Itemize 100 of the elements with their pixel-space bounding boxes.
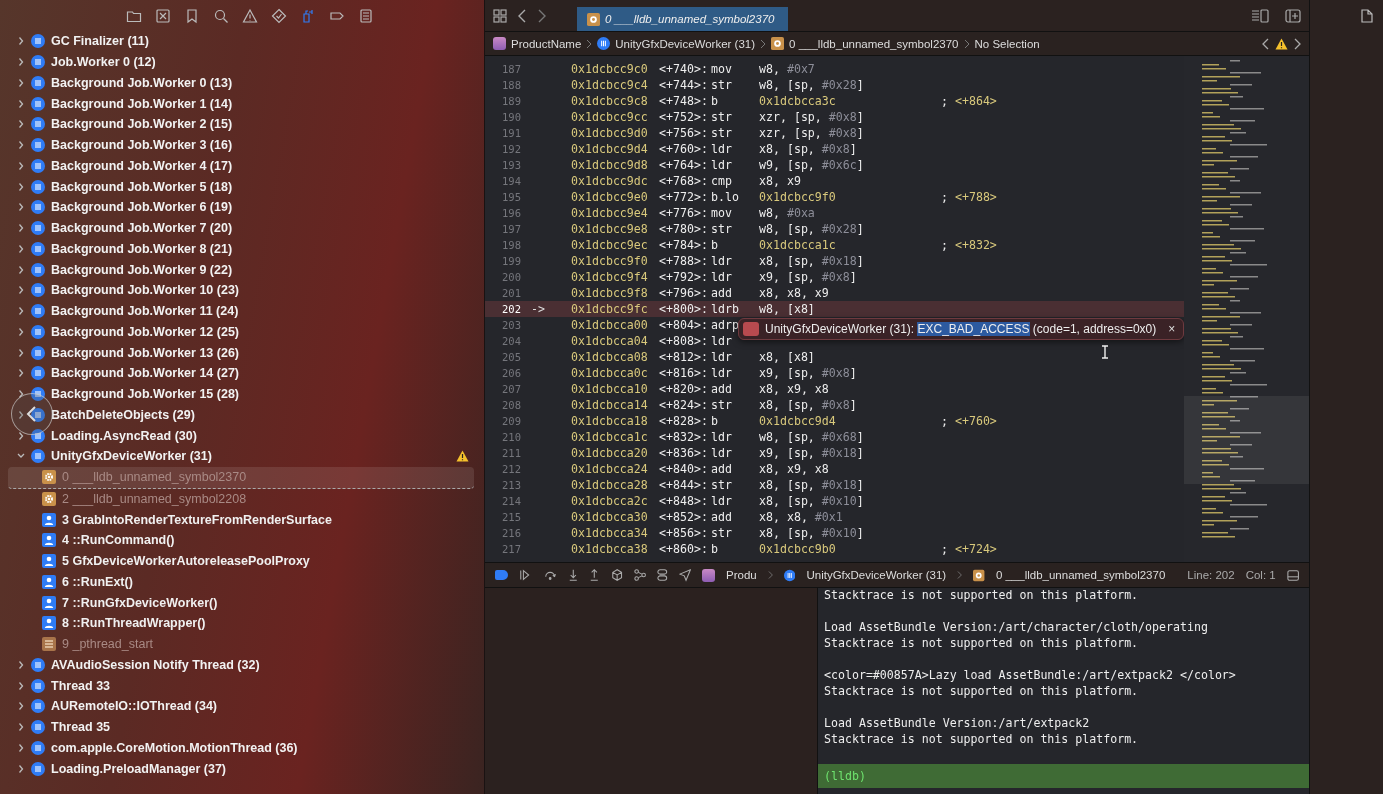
disclosure-chevron-icon[interactable]	[17, 98, 25, 109]
thread-label[interactable]: Background Job.Worker 1 (14)	[51, 96, 233, 111]
thread-label[interactable]: Background Job.Worker 14 (27)	[51, 366, 239, 381]
thread-icon	[31, 699, 45, 714]
disclosure-chevron-icon[interactable]	[17, 181, 25, 192]
breadcrumb-item[interactable]: ProductName	[511, 37, 582, 50]
disclosure-chevron-icon[interactable]	[17, 368, 25, 379]
thread-label[interactable]: Background Job.Worker 10 (23)	[51, 283, 239, 298]
disclosure-chevron-icon[interactable]	[17, 722, 25, 733]
disclosure-chevron-icon[interactable]	[17, 742, 25, 753]
thread-label[interactable]: Background Job.Worker 5 (18)	[51, 179, 233, 194]
thread-label[interactable]: Background Job.Worker 12 (25)	[51, 324, 239, 339]
thread-label[interactable]: Background Job.Worker 2 (15)	[51, 117, 233, 132]
disclosure-chevron-icon[interactable]	[17, 306, 25, 317]
thread-label[interactable]: UnityGfxDeviceWorker (31)	[51, 449, 212, 464]
breadcrumb-item[interactable]: UnityGfxDeviceWorker (31)	[615, 37, 756, 50]
thread-label[interactable]: Job.Worker 0 (12)	[51, 55, 156, 70]
thread-label[interactable]: Background Job.Worker 4 (17)	[51, 158, 233, 173]
disclosure-chevron-icon[interactable]	[17, 160, 25, 171]
thread-label[interactable]: Background Job.Worker 11 (24)	[51, 304, 239, 319]
lldb-prompt[interactable]: (lldb)	[818, 764, 1309, 788]
stack-frame-row[interactable]: 9 _pthread_start	[8, 633, 474, 655]
disclosure-chevron-icon[interactable]	[17, 285, 25, 296]
panel-toggle-icon[interactable]	[1286, 568, 1299, 582]
disclosure-chevron-icon[interactable]	[17, 659, 25, 670]
stack-frame-row[interactable]: 2 ___lldb_unnamed_symbol2208	[8, 488, 474, 510]
warning-icon[interactable]	[1275, 37, 1288, 50]
editor-tab[interactable]: 0 ___lldb_unnamed_symbol2370	[577, 7, 789, 31]
breadcrumb-item[interactable]: 0 ___lldb_unnamed_symbol2370	[995, 569, 1166, 581]
back-button[interactable]	[11, 393, 53, 435]
next-issue-icon[interactable]	[1293, 37, 1301, 50]
thread-label[interactable]: Background Job.Worker 9 (22)	[51, 262, 233, 277]
thread-label[interactable]: Loading.PreloadManager (37)	[51, 761, 227, 776]
location-arrow-icon[interactable]	[678, 568, 692, 582]
close-button[interactable]: ×	[1162, 322, 1176, 336]
thread-icon	[31, 283, 45, 298]
toggle-switches-icon[interactable]	[657, 568, 668, 582]
stack-frame-row[interactable]: 3 GrabIntoRenderTextureFromRenderSurface	[8, 509, 474, 530]
thread-label[interactable]: Background Job.Worker 13 (26)	[51, 345, 239, 360]
thread-label[interactable]: GC Finalizer (11)	[51, 34, 149, 49]
instruction-address: 0x1dcbcca1c	[571, 430, 649, 444]
document-icon[interactable]	[1361, 9, 1373, 23]
disclosure-chevron-icon[interactable]	[17, 701, 25, 712]
breakpoints-toggle[interactable]	[495, 570, 509, 580]
thread-label[interactable]: com.apple.CoreMotion.MotionThread (36)	[51, 740, 298, 755]
thread-label[interactable]: Background Job.Worker 6 (19)	[51, 200, 233, 215]
breadcrumb-item[interactable]: 0 ___lldb_unnamed_symbol2370	[789, 37, 959, 50]
instruction-address: 0x1dcbcca20	[571, 446, 649, 460]
add-editor-icon[interactable]	[1285, 8, 1301, 23]
disclosure-chevron-icon[interactable]	[17, 326, 25, 337]
disclosure-chevron-icon[interactable]	[17, 347, 25, 358]
memory-graph-icon[interactable]	[633, 568, 647, 582]
step-into-icon[interactable]	[567, 568, 579, 582]
disclosure-chevron-icon[interactable]	[17, 763, 25, 774]
disclosure-chevron-icon[interactable]	[17, 77, 25, 88]
disclosure-chevron-icon[interactable]	[17, 264, 25, 275]
thread-label[interactable]: AURemoteIO::IOThread (34)	[51, 699, 217, 714]
disclosure-chevron-icon[interactable]	[17, 119, 25, 130]
thread-label[interactable]: Thread 33	[51, 678, 111, 693]
stack-frame-row[interactable]: 7 ::RunGfxDeviceWorker()	[8, 592, 474, 613]
disclosure-chevron-icon[interactable]	[17, 243, 25, 254]
thread-icon	[784, 568, 796, 582]
thread-label[interactable]: Background Job.Worker 15 (28)	[51, 387, 239, 402]
stack-frame-row[interactable]: 8 ::RunThreadWrapper()	[8, 613, 474, 634]
thread-label[interactable]: Thread 35	[51, 720, 111, 735]
step-over-icon[interactable]	[544, 569, 557, 581]
instruction-offset: <+840>:	[659, 462, 709, 476]
stack-frame-row[interactable]: 4 ::RunCommand()	[8, 530, 474, 551]
inspector-toggle-icon[interactable]	[1251, 8, 1269, 23]
separator-chevron-icon	[767, 570, 773, 580]
disclosure-chevron-icon[interactable]	[17, 36, 25, 47]
thread-label[interactable]: Loading.AsyncRead (30)	[51, 428, 197, 443]
instruction-operands: x8, [sp, #0x8]	[759, 142, 857, 156]
forward-icon[interactable]	[537, 8, 547, 23]
thread-label[interactable]: Background Job.Worker 7 (20)	[51, 221, 233, 236]
disclosure-chevron-icon[interactable]	[17, 389, 25, 400]
disclosure-chevron-icon[interactable]	[17, 680, 25, 691]
line-number: 193	[501, 159, 521, 171]
previous-issue-icon[interactable]	[1262, 37, 1270, 50]
disclosure-chevron-icon[interactable]	[17, 430, 25, 441]
disclosure-chevron-icon[interactable]	[17, 57, 25, 68]
stack-frame-row[interactable]: 6 ::RunExt()	[8, 571, 474, 593]
disclosure-chevron-icon[interactable]	[17, 202, 25, 213]
disclosure-chevron-icon[interactable]	[17, 223, 25, 234]
step-out-icon[interactable]	[589, 568, 600, 582]
stack-frame-row[interactable]: 5 GfxDeviceWorkerAutoreleasePoolProxy	[8, 550, 474, 572]
disclosure-chevron-icon[interactable]	[17, 409, 25, 420]
grid-icon[interactable]	[493, 8, 507, 23]
breadcrumb-item[interactable]: Produ	[726, 569, 757, 581]
thread-label[interactable]: Background Job.Worker 3 (16)	[51, 138, 233, 153]
breadcrumb-item[interactable]: No Selection	[974, 37, 1040, 50]
thread-label[interactable]: Background Job.Worker 0 (13)	[51, 75, 233, 90]
thread-label[interactable]: BatchDeleteObjects (29)	[51, 407, 195, 422]
view-hierarchy-icon[interactable]	[610, 568, 623, 582]
line-number: 195	[501, 191, 521, 203]
thread-label[interactable]: Background Job.Worker 8 (21)	[51, 241, 233, 256]
thread-label[interactable]: AVAudioSession Notify Thread (32)	[51, 657, 260, 672]
disclosure-chevron-icon[interactable]	[17, 140, 25, 151]
breadcrumb-item[interactable]: UnityGfxDeviceWorker (31)	[806, 569, 947, 581]
back-icon[interactable]	[517, 8, 527, 23]
